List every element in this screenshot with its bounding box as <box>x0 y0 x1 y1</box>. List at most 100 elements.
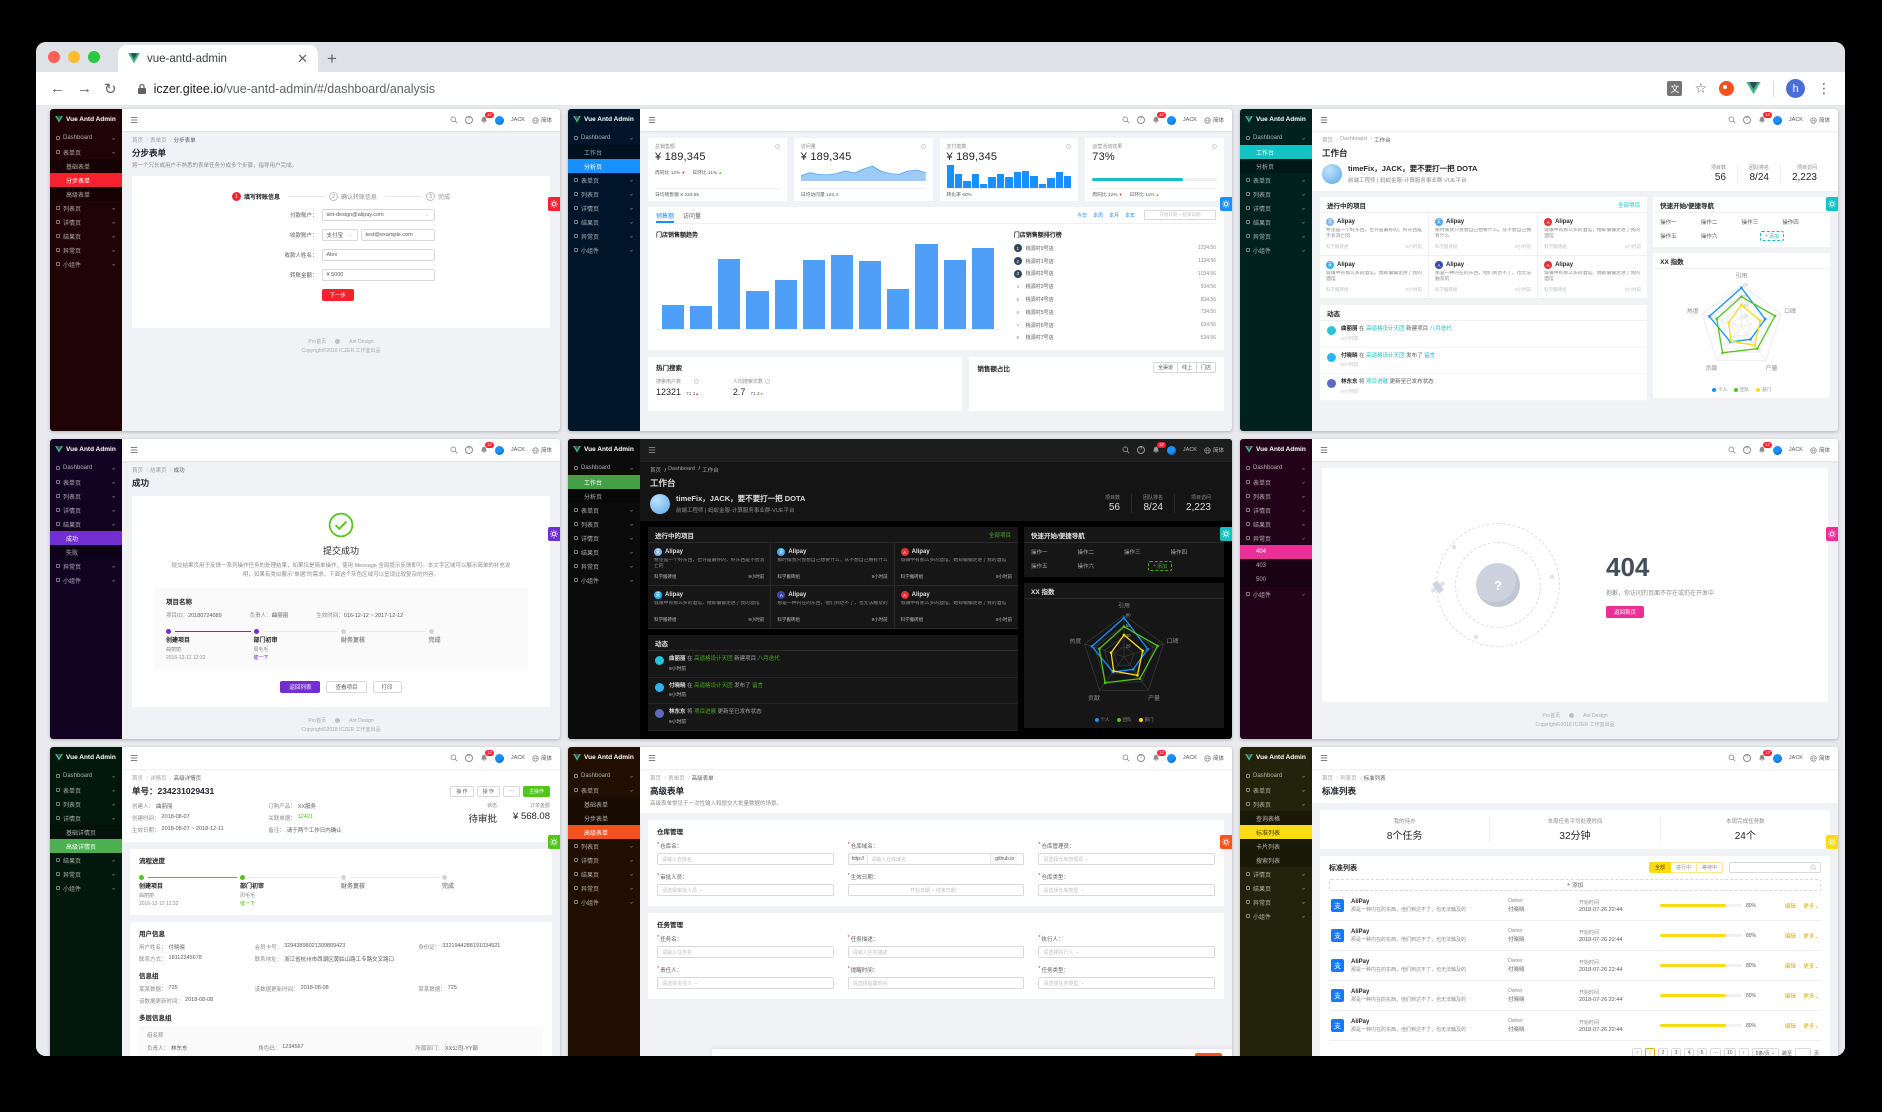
theme-settings-gear[interactable] <box>1220 527 1232 541</box>
user-avatar[interactable] <box>1772 753 1782 763</box>
username[interactable]: JACK <box>1789 755 1803 761</box>
form-input[interactable]: 请选择仓库管理员 ⌄ <box>1038 853 1215 865</box>
sidebar-item[interactable]: 搜索列表⌄ <box>1240 853 1312 867</box>
jump-input[interactable] <box>1794 1048 1811 1056</box>
form-input[interactable]: 开始日期 ~ 结束日期⌄ <box>847 884 1025 896</box>
sidebar-item[interactable]: 详情页 ⌄ <box>50 215 122 229</box>
sidebar-item[interactable]: Dashboard ⌄ <box>568 461 640 475</box>
theme-settings-gear[interactable] <box>548 835 560 849</box>
project-card[interactable]: A Alipay 那是一种内在的东西，他们到达不了，也无法触及的 科学搬砖组 9小时… <box>1429 256 1539 299</box>
info-icon[interactable] <box>920 144 926 149</box>
breadcrumb-item[interactable]: 首页 <box>650 774 666 782</box>
sidebar-item[interactable]: 异常页 ⌄ <box>50 243 122 257</box>
info-icon[interactable] <box>1212 144 1217 149</box>
form-input[interactable]: 请选择仓库类型 ⌄ <box>1038 884 1215 896</box>
page-button[interactable]: ··· <box>1710 1048 1722 1056</box>
more-link[interactable]: 更多⌄ <box>1803 902 1819 910</box>
search-icon[interactable] <box>1728 754 1736 762</box>
sidebar-item[interactable]: 基础表单⌄ <box>50 159 122 173</box>
mini-logo[interactable]: Vue Antd Admin <box>50 109 122 129</box>
address-bar[interactable]: iczer.gitee.io/vue-antd-admin/#/dashboar… <box>129 82 1656 96</box>
sidebar-item[interactable]: 工作台⌄ <box>568 475 640 489</box>
sidebar-item[interactable]: 小组件 ⌄ <box>1240 587 1312 601</box>
search-icon[interactable] <box>450 116 458 124</box>
sidebar-item[interactable]: 卡片列表⌄ <box>1240 839 1312 853</box>
project-card[interactable]: 支 Alipay 那时候我只会想自己想要什么，从不想自己拥有什么 科学搬砖组 9小时… <box>771 543 895 586</box>
sidebar-item[interactable]: 详情页 ⌄ <box>1240 201 1312 215</box>
help-icon[interactable]: ? <box>464 446 473 454</box>
menu-fold-icon[interactable] <box>130 754 138 762</box>
breadcrumb-item[interactable]: 分步表单 <box>174 136 196 144</box>
extension-icon[interactable] <box>1719 81 1734 96</box>
browser-menu-icon[interactable]: ⋮ <box>1817 80 1831 97</box>
add-item-button[interactable]: + 添加 <box>1329 879 1821 891</box>
project-card[interactable]: A Alipay 那是一种内在的东西，他们到达不了，也无法触及的 科学搬砖组 9小时… <box>771 586 895 629</box>
vue-devtools-icon[interactable] <box>1746 82 1761 95</box>
sidebar-item[interactable]: 表单页 ⌄ <box>50 475 122 489</box>
item-title[interactable]: AliPay <box>1351 929 1501 935</box>
sidebar-item[interactable]: 结果页 ⌄ <box>50 229 122 243</box>
breadcrumb-item[interactable]: 首页 <box>132 466 148 474</box>
user-avatar[interactable] <box>1166 445 1176 455</box>
bell-icon[interactable]: 12 <box>1758 750 1772 762</box>
form-input[interactable]: 请输入仓库名⌄ <box>657 853 834 865</box>
theme-settings-gear[interactable] <box>1220 197 1232 211</box>
more-link[interactable]: 更多⌄ <box>1803 992 1819 1000</box>
all-projects-link[interactable]: 全部项目 <box>1618 201 1640 209</box>
channel-tab[interactable]: 门店 <box>1196 362 1216 374</box>
language-switch[interactable]: 简体 <box>532 446 552 454</box>
edit-link[interactable]: 编辑 <box>1785 902 1796 910</box>
bell-icon[interactable]: 12 <box>480 112 494 124</box>
action-button[interactable]: 操 作 <box>476 785 500 797</box>
sidebar-item[interactable]: 小组件 ⌄ <box>50 573 122 587</box>
result-button[interactable]: 返回列表 <box>280 681 321 694</box>
breadcrumb-item[interactable]: 首页 <box>650 466 666 474</box>
page-button[interactable]: 1 <box>1645 1048 1656 1056</box>
edit-link[interactable]: 编辑 <box>1785 932 1796 940</box>
mini-logo[interactable]: Vue Antd Admin <box>1240 439 1312 459</box>
mini-logo[interactable]: Vue Antd Admin <box>568 439 640 459</box>
page-button[interactable]: 5 <box>1697 1048 1708 1056</box>
language-switch[interactable]: 简体 <box>532 116 552 124</box>
user-avatar[interactable] <box>1772 115 1782 125</box>
breadcrumb-item[interactable]: 表单页 <box>150 136 172 144</box>
help-icon[interactable]: ? <box>1742 116 1751 124</box>
breadcrumb-item[interactable]: Dashboard <box>1340 136 1372 144</box>
menu-fold-icon[interactable] <box>1320 754 1328 762</box>
user-avatar[interactable] <box>494 445 504 455</box>
language-switch[interactable]: 简体 <box>1204 754 1224 762</box>
username[interactable]: JACK <box>1183 755 1197 761</box>
sidebar-item[interactable]: 列表页 ⌄ <box>568 839 640 853</box>
breadcrumb-item[interactable]: 表单页 <box>668 774 690 782</box>
language-switch[interactable]: 简体 <box>532 754 552 762</box>
theme-settings-gear[interactable] <box>1220 835 1232 849</box>
item-title[interactable]: AliPay <box>1351 959 1501 965</box>
sidebar-item[interactable]: 异常页 ⌄ <box>568 881 640 895</box>
mini-logo[interactable]: Vue Antd Admin <box>50 747 122 767</box>
new-tab-button[interactable]: + <box>318 49 346 69</box>
sidebar-item[interactable]: 分步表单⌄ <box>50 173 122 187</box>
username[interactable]: JACK <box>511 755 525 761</box>
username[interactable]: JACK <box>1789 447 1803 453</box>
quick-op-link[interactable]: 操作三 <box>1124 548 1171 556</box>
project-card[interactable]: 支 Alipay 希望是一个好东西，也许是最好的，好东西是不会消亡的 科学搬砖组 9… <box>1320 213 1430 256</box>
user-avatar[interactable] <box>1772 445 1782 455</box>
page-button[interactable]: 10 <box>1724 1048 1736 1056</box>
user-avatar[interactable] <box>494 115 504 125</box>
all-projects-link[interactable]: 全部项目 <box>989 531 1011 539</box>
add-op-button[interactable]: + 添加 <box>1760 231 1785 241</box>
theme-settings-gear[interactable] <box>1826 835 1838 849</box>
sidebar-item[interactable]: 结果页 ⌄ <box>568 545 640 559</box>
quick-op-link[interactable]: 操作六 <box>1701 232 1742 240</box>
quick-op-link[interactable]: 操作四 <box>1171 548 1218 556</box>
page-button[interactable]: 2 <box>1658 1048 1669 1056</box>
sidebar-item[interactable]: 失败⌄ <box>50 545 122 559</box>
amount-input[interactable]: ¥ 5000 <box>321 269 435 281</box>
zoom-window-button[interactable] <box>88 51 100 63</box>
sidebar-item[interactable]: 表单页 ⌄ <box>568 173 640 187</box>
sidebar-item[interactable]: 结果页 ⌄ <box>1240 517 1312 531</box>
sidebar-item[interactable]: 表单页 ⌄ <box>1240 173 1312 187</box>
help-icon[interactable]: ? <box>1136 754 1145 762</box>
bell-icon[interactable]: 12 <box>1152 442 1166 454</box>
form-input[interactable]: 请输入任务描述⌄ <box>847 946 1025 958</box>
